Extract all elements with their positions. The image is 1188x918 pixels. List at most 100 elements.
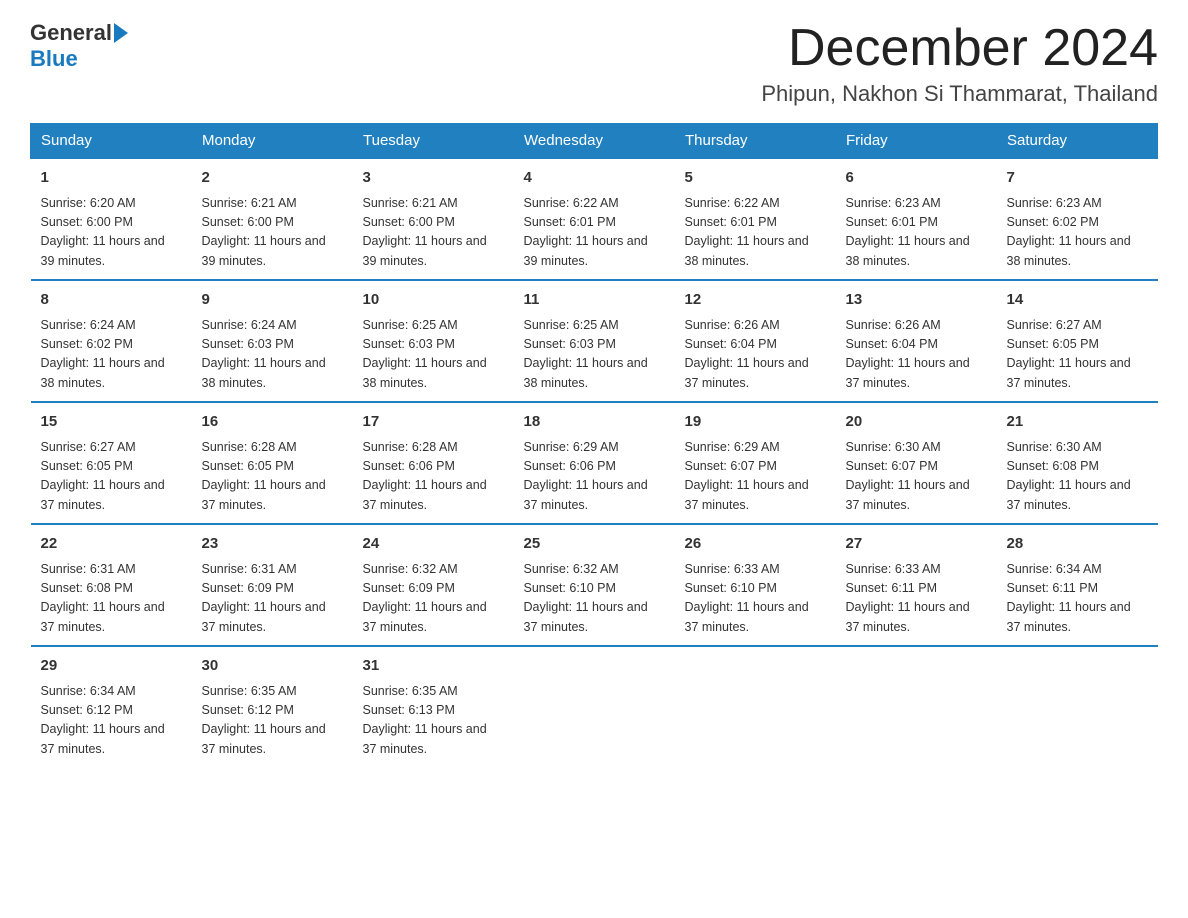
- calendar-cell: [675, 646, 836, 767]
- day-info: Sunrise: 6:24 AMSunset: 6:03 PMDaylight:…: [202, 316, 343, 394]
- day-info: Sunrise: 6:20 AMSunset: 6:00 PMDaylight:…: [41, 194, 182, 272]
- week-row-2: 8 Sunrise: 6:24 AMSunset: 6:02 PMDaylight…: [31, 280, 1158, 402]
- calendar-cell: [836, 646, 997, 767]
- day-info: Sunrise: 6:29 AMSunset: 6:07 PMDaylight:…: [685, 438, 826, 516]
- day-number: 30: [202, 655, 343, 678]
- week-row-3: 15 Sunrise: 6:27 AMSunset: 6:05 PMDayligh…: [31, 402, 1158, 524]
- day-number: 25: [524, 533, 665, 556]
- day-number: 31: [363, 655, 504, 678]
- calendar-cell: 2Sunrise: 6:21 AMSunset: 6:00 PMDaylight…: [192, 158, 353, 280]
- logo-general-text: General: [30, 20, 112, 46]
- calendar-cell: 1 Sunrise: 6:20 AMSunset: 6:00 PMDaylight…: [31, 158, 192, 280]
- day-number: 5: [685, 167, 826, 190]
- calendar-cell: 25Sunrise: 6:32 AMSunset: 6:10 PMDayligh…: [514, 524, 675, 646]
- week-row-4: 22Sunrise: 6:31 AMSunset: 6:08 PMDayligh…: [31, 524, 1158, 646]
- header-wednesday: Wednesday: [514, 124, 675, 159]
- day-number: 6: [846, 167, 987, 190]
- calendar-cell: 16 Sunrise: 6:28 AMSunset: 6:05 PMDayligh…: [192, 402, 353, 524]
- week-row-1: 1 Sunrise: 6:20 AMSunset: 6:00 PMDaylight…: [31, 158, 1158, 280]
- calendar-cell: 19 Sunrise: 6:29 AMSunset: 6:07 PMDayligh…: [675, 402, 836, 524]
- calendar-cell: [514, 646, 675, 767]
- day-number: 23: [202, 533, 343, 556]
- day-number: 10: [363, 289, 504, 312]
- calendar-header-row: SundayMondayTuesdayWednesdayThursdayFrid…: [31, 124, 1158, 159]
- calendar-cell: 30 Sunrise: 6:35 AMSunset: 6:12 PMDayligh…: [192, 646, 353, 767]
- week-row-5: 29 Sunrise: 6:34 AMSunset: 6:12 PMDayligh…: [31, 646, 1158, 767]
- day-info: Sunrise: 6:23 AMSunset: 6:01 PMDaylight:…: [846, 194, 987, 272]
- calendar-cell: 12 Sunrise: 6:26 AMSunset: 6:04 PMDayligh…: [675, 280, 836, 402]
- day-info: Sunrise: 6:23 AMSunset: 6:02 PMDaylight:…: [1007, 194, 1148, 272]
- day-number: 24: [363, 533, 504, 556]
- day-info: Sunrise: 6:31 AMSunset: 6:08 PMDaylight:…: [41, 560, 182, 638]
- day-number: 28: [1007, 533, 1148, 556]
- day-number: 26: [685, 533, 826, 556]
- day-number: 13: [846, 289, 987, 312]
- day-info: Sunrise: 6:25 AMSunset: 6:03 PMDaylight:…: [363, 316, 504, 394]
- day-number: 15: [41, 411, 182, 434]
- calendar-cell: 29 Sunrise: 6:34 AMSunset: 6:12 PMDayligh…: [31, 646, 192, 767]
- day-info: Sunrise: 6:35 AMSunset: 6:12 PMDaylight:…: [202, 682, 343, 760]
- calendar-cell: 14Sunrise: 6:27 AMSunset: 6:05 PMDayligh…: [997, 280, 1158, 402]
- header-thursday: Thursday: [675, 124, 836, 159]
- calendar-cell: 22Sunrise: 6:31 AMSunset: 6:08 PMDayligh…: [31, 524, 192, 646]
- day-number: 14: [1007, 289, 1148, 312]
- day-number: 8: [41, 289, 182, 312]
- day-info: Sunrise: 6:22 AMSunset: 6:01 PMDaylight:…: [685, 194, 826, 272]
- calendar-cell: 21Sunrise: 6:30 AMSunset: 6:08 PMDayligh…: [997, 402, 1158, 524]
- calendar-cell: 13 Sunrise: 6:26 AMSunset: 6:04 PMDayligh…: [836, 280, 997, 402]
- day-info: Sunrise: 6:26 AMSunset: 6:04 PMDaylight:…: [685, 316, 826, 394]
- calendar-cell: 4Sunrise: 6:22 AMSunset: 6:01 PMDaylight…: [514, 158, 675, 280]
- calendar-cell: 15 Sunrise: 6:27 AMSunset: 6:05 PMDayligh…: [31, 402, 192, 524]
- day-info: Sunrise: 6:25 AMSunset: 6:03 PMDaylight:…: [524, 316, 665, 394]
- day-info: Sunrise: 6:24 AMSunset: 6:02 PMDaylight:…: [41, 316, 182, 394]
- calendar-cell: 10 Sunrise: 6:25 AMSunset: 6:03 PMDayligh…: [353, 280, 514, 402]
- day-info: Sunrise: 6:33 AMSunset: 6:11 PMDaylight:…: [846, 560, 987, 638]
- day-number: 1: [41, 167, 182, 190]
- calendar-cell: 5 Sunrise: 6:22 AMSunset: 6:01 PMDaylight…: [675, 158, 836, 280]
- day-number: 18: [524, 411, 665, 434]
- day-number: 7: [1007, 167, 1148, 190]
- logo: General Blue: [30, 20, 130, 72]
- day-info: Sunrise: 6:30 AMSunset: 6:07 PMDaylight:…: [846, 438, 987, 516]
- day-number: 11: [524, 289, 665, 312]
- calendar-cell: 8 Sunrise: 6:24 AMSunset: 6:02 PMDaylight…: [31, 280, 192, 402]
- calendar-cell: 26 Sunrise: 6:33 AMSunset: 6:10 PMDayligh…: [675, 524, 836, 646]
- day-number: 27: [846, 533, 987, 556]
- calendar-cell: 17Sunrise: 6:28 AMSunset: 6:06 PMDayligh…: [353, 402, 514, 524]
- calendar-cell: 24Sunrise: 6:32 AMSunset: 6:09 PMDayligh…: [353, 524, 514, 646]
- day-number: 16: [202, 411, 343, 434]
- day-info: Sunrise: 6:34 AMSunset: 6:11 PMDaylight:…: [1007, 560, 1148, 638]
- calendar-cell: 9 Sunrise: 6:24 AMSunset: 6:03 PMDaylight…: [192, 280, 353, 402]
- day-number: 19: [685, 411, 826, 434]
- header-friday: Friday: [836, 124, 997, 159]
- header-tuesday: Tuesday: [353, 124, 514, 159]
- day-info: Sunrise: 6:33 AMSunset: 6:10 PMDaylight:…: [685, 560, 826, 638]
- calendar-cell: 11 Sunrise: 6:25 AMSunset: 6:03 PMDayligh…: [514, 280, 675, 402]
- day-info: Sunrise: 6:21 AMSunset: 6:00 PMDaylight:…: [363, 194, 504, 272]
- calendar-cell: 23 Sunrise: 6:31 AMSunset: 6:09 PMDayligh…: [192, 524, 353, 646]
- calendar-table: SundayMondayTuesdayWednesdayThursdayFrid…: [30, 123, 1158, 767]
- logo-arrow-icon: [114, 23, 128, 43]
- day-info: Sunrise: 6:21 AMSunset: 6:00 PMDaylight:…: [202, 194, 343, 272]
- day-info: Sunrise: 6:26 AMSunset: 6:04 PMDaylight:…: [846, 316, 987, 394]
- day-info: Sunrise: 6:27 AMSunset: 6:05 PMDaylight:…: [41, 438, 182, 516]
- day-number: 29: [41, 655, 182, 678]
- header-monday: Monday: [192, 124, 353, 159]
- title-section: December 2024 Phipun, Nakhon Si Thammara…: [761, 20, 1158, 107]
- day-info: Sunrise: 6:29 AMSunset: 6:06 PMDaylight:…: [524, 438, 665, 516]
- page-header: General Blue December 2024 Phipun, Nakho…: [30, 20, 1158, 107]
- day-info: Sunrise: 6:35 AMSunset: 6:13 PMDaylight:…: [363, 682, 504, 760]
- calendar-cell: 27 Sunrise: 6:33 AMSunset: 6:11 PMDayligh…: [836, 524, 997, 646]
- calendar-cell: 6 Sunrise: 6:23 AMSunset: 6:01 PMDaylight…: [836, 158, 997, 280]
- day-number: 9: [202, 289, 343, 312]
- calendar-cell: 20Sunrise: 6:30 AMSunset: 6:07 PMDayligh…: [836, 402, 997, 524]
- day-info: Sunrise: 6:28 AMSunset: 6:06 PMDaylight:…: [363, 438, 504, 516]
- day-info: Sunrise: 6:31 AMSunset: 6:09 PMDaylight:…: [202, 560, 343, 638]
- day-info: Sunrise: 6:34 AMSunset: 6:12 PMDaylight:…: [41, 682, 182, 760]
- calendar-cell: 18 Sunrise: 6:29 AMSunset: 6:06 PMDayligh…: [514, 402, 675, 524]
- day-info: Sunrise: 6:30 AMSunset: 6:08 PMDaylight:…: [1007, 438, 1148, 516]
- day-info: Sunrise: 6:28 AMSunset: 6:05 PMDaylight:…: [202, 438, 343, 516]
- day-number: 12: [685, 289, 826, 312]
- header-saturday: Saturday: [997, 124, 1158, 159]
- calendar-cell: 7 Sunrise: 6:23 AMSunset: 6:02 PMDaylight…: [997, 158, 1158, 280]
